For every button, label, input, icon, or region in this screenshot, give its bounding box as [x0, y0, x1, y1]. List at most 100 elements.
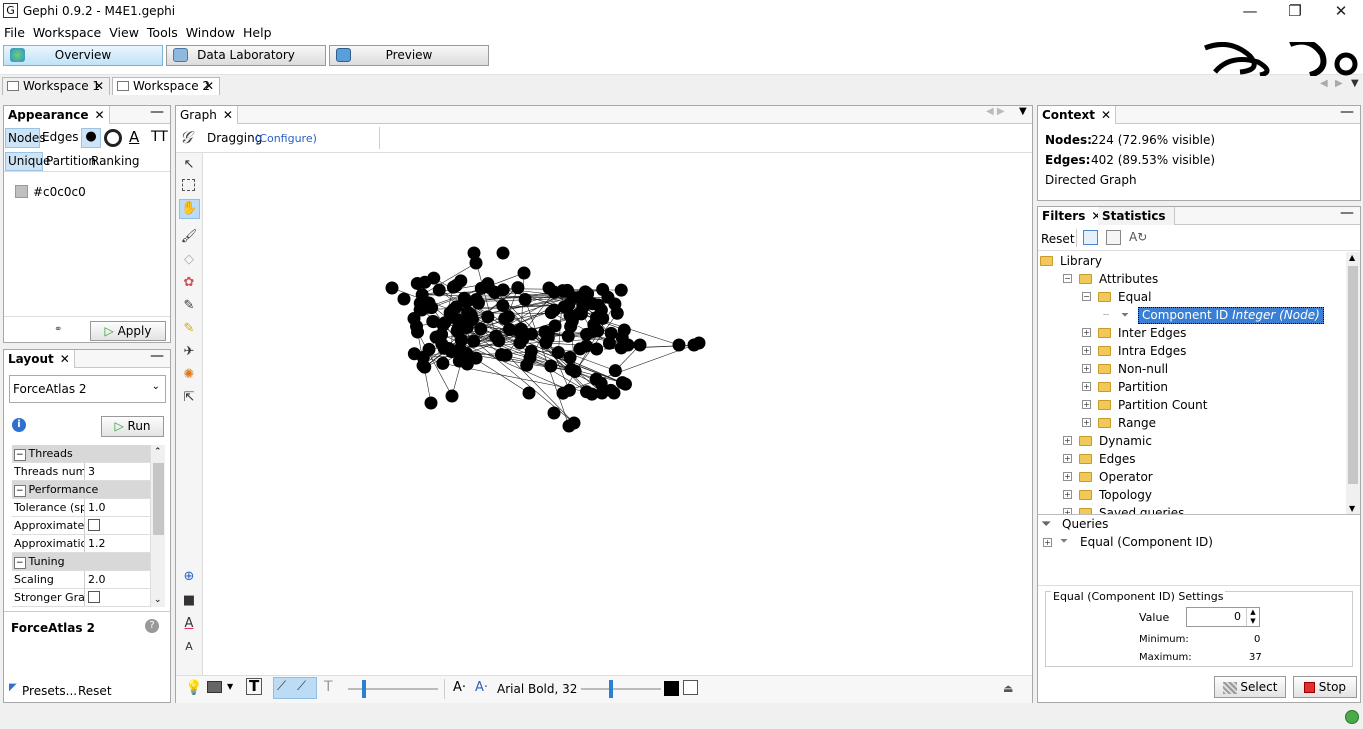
expand-icon[interactable]: −	[1082, 292, 1091, 301]
filter-category[interactable]: + Dynamic	[1038, 432, 1346, 450]
run-button[interactable]: ▷ Run	[101, 416, 164, 437]
filter-category[interactable]: + Non-null	[1038, 360, 1346, 378]
property-value[interactable]: 1.2	[84, 535, 152, 552]
menu-workspace[interactable]: Workspace	[29, 22, 105, 40]
graph-node[interactable]	[496, 283, 510, 297]
tab-statistics[interactable]: Statistics	[1098, 207, 1175, 225]
diamond-icon[interactable]: ◇	[180, 251, 198, 269]
label-font-icon[interactable]: A	[180, 638, 198, 656]
edge-pencil-icon[interactable]: ✎	[180, 320, 198, 338]
properties-scrollbar[interactable]: ⌃ ⌄	[150, 445, 165, 607]
label-size-icon[interactable]: TT	[151, 129, 168, 145]
filter-category[interactable]: + Partition Count	[1038, 396, 1346, 414]
expand-icon[interactable]: +	[1082, 328, 1091, 337]
expand-icon[interactable]: +	[1082, 364, 1091, 373]
property-value[interactable]: 3	[84, 463, 152, 480]
graph-node[interactable]	[594, 303, 608, 317]
expand-icon[interactable]: +	[1082, 346, 1091, 355]
property-category[interactable]: − Threads	[12, 445, 152, 463]
graph-node[interactable]	[692, 336, 706, 350]
graph-node[interactable]	[469, 292, 483, 306]
edge-icon[interactable]: ⟋	[277, 679, 286, 694]
font-label[interactable]: Arial Bold, 32	[497, 682, 577, 696]
close-icon[interactable]: ✕	[94, 78, 104, 94]
background-color-icon[interactable]: ■	[180, 592, 198, 610]
minimize-button[interactable]: —	[1227, 0, 1273, 22]
select-icon[interactable]: ↖	[180, 156, 198, 174]
graph-node[interactable]	[564, 362, 578, 376]
graph-node[interactable]	[424, 396, 438, 410]
graph-node[interactable]	[453, 342, 467, 356]
rectangle-select-icon[interactable]	[182, 179, 195, 191]
graph-node[interactable]	[443, 306, 457, 320]
graph-node[interactable]	[481, 310, 495, 324]
expand-icon[interactable]: +	[1063, 454, 1072, 463]
property-category[interactable]: − Performance	[12, 481, 152, 499]
graph-node[interactable]	[518, 292, 532, 306]
graph-canvas[interactable]	[204, 153, 1032, 675]
label-color-icon[interactable]: A	[129, 128, 139, 146]
close-icon[interactable]: ✕	[1101, 108, 1111, 122]
chevron-down-icon[interactable]: ▼	[227, 682, 233, 691]
tab-nodes[interactable]: Nodes	[5, 128, 46, 148]
graph-node[interactable]	[422, 296, 436, 310]
menu-file[interactable]: File	[0, 22, 29, 40]
graph-node[interactable]	[562, 383, 576, 397]
graph-node[interactable]	[492, 334, 506, 348]
graph-node[interactable]	[411, 325, 425, 339]
menu-window[interactable]: Window	[182, 22, 239, 40]
property-value[interactable]	[84, 517, 152, 534]
filter-category[interactable]: + Partition	[1038, 378, 1346, 396]
graph-node[interactable]	[542, 281, 556, 295]
workspace-tab-1[interactable]: Workspace 1 ✕	[2, 77, 110, 95]
close-button[interactable]: ✕	[1318, 0, 1363, 22]
graph-node[interactable]	[672, 338, 686, 352]
property-category[interactable]: − Tuning	[12, 553, 152, 571]
overview-button[interactable]: Overview	[3, 45, 163, 66]
graph-node[interactable]	[618, 377, 632, 391]
heat-map-icon[interactable]: ✺	[180, 366, 198, 384]
expand-icon[interactable]: +	[1043, 538, 1052, 547]
tab-appearance[interactable]: Appearance ✕	[4, 106, 110, 124]
tab-filters[interactable]: Filters ✕	[1038, 207, 1107, 225]
graph-node[interactable]	[538, 325, 552, 339]
preview-button[interactable]: Preview	[329, 45, 489, 66]
graph-node[interactable]	[494, 348, 508, 362]
tab-edges[interactable]: Edges	[42, 130, 78, 144]
graph-node[interactable]	[407, 312, 421, 326]
close-icon[interactable]: ✕	[95, 108, 105, 122]
graph-node[interactable]	[496, 246, 510, 260]
graph-node[interactable]	[565, 314, 579, 328]
minimize-panel-icon[interactable]: —	[1340, 104, 1354, 120]
font-size-icon[interactable]: A·	[475, 680, 488, 695]
graph-node[interactable]	[561, 284, 575, 298]
filter-category[interactable]: + Edges	[1038, 450, 1346, 468]
filter-category[interactable]: + Operator	[1038, 468, 1346, 486]
close-icon[interactable]: ✕	[223, 108, 233, 122]
property-checkbox[interactable]	[88, 591, 100, 603]
graph-node[interactable]	[621, 338, 635, 352]
graph-node[interactable]	[445, 389, 459, 403]
edit-icon[interactable]: ⇱	[180, 389, 198, 407]
graph-node[interactable]	[457, 291, 471, 305]
scroll-right-icon[interactable]: ▶	[1335, 78, 1343, 89]
presets-link[interactable]: Presets...	[22, 684, 77, 698]
slider-thumb[interactable]	[609, 680, 613, 698]
slider-thumb[interactable]	[362, 680, 366, 698]
filter-category[interactable]: + Intra Edges	[1038, 342, 1346, 360]
link-icon[interactable]: ⚭	[54, 324, 62, 335]
graph-node[interactable]	[524, 344, 538, 358]
graph-node[interactable]	[587, 318, 601, 332]
graph-node[interactable]	[397, 292, 411, 306]
workspace-tab-2[interactable]: Workspace 2 ✕	[112, 77, 220, 95]
color-swatch[interactable]	[15, 185, 28, 198]
graph-node[interactable]	[501, 310, 515, 324]
menu-help[interactable]: Help	[239, 22, 276, 40]
graph-node[interactable]	[563, 350, 577, 364]
pencil-icon[interactable]: ✎	[180, 297, 198, 315]
minimize-panel-icon[interactable]: —	[150, 104, 164, 120]
scroll-left-icon[interactable]: ◀ ▶	[986, 106, 1005, 117]
graph-node[interactable]	[544, 359, 558, 373]
graph-node[interactable]	[524, 327, 538, 341]
filter-category[interactable]: + Inter Edges	[1038, 324, 1346, 342]
